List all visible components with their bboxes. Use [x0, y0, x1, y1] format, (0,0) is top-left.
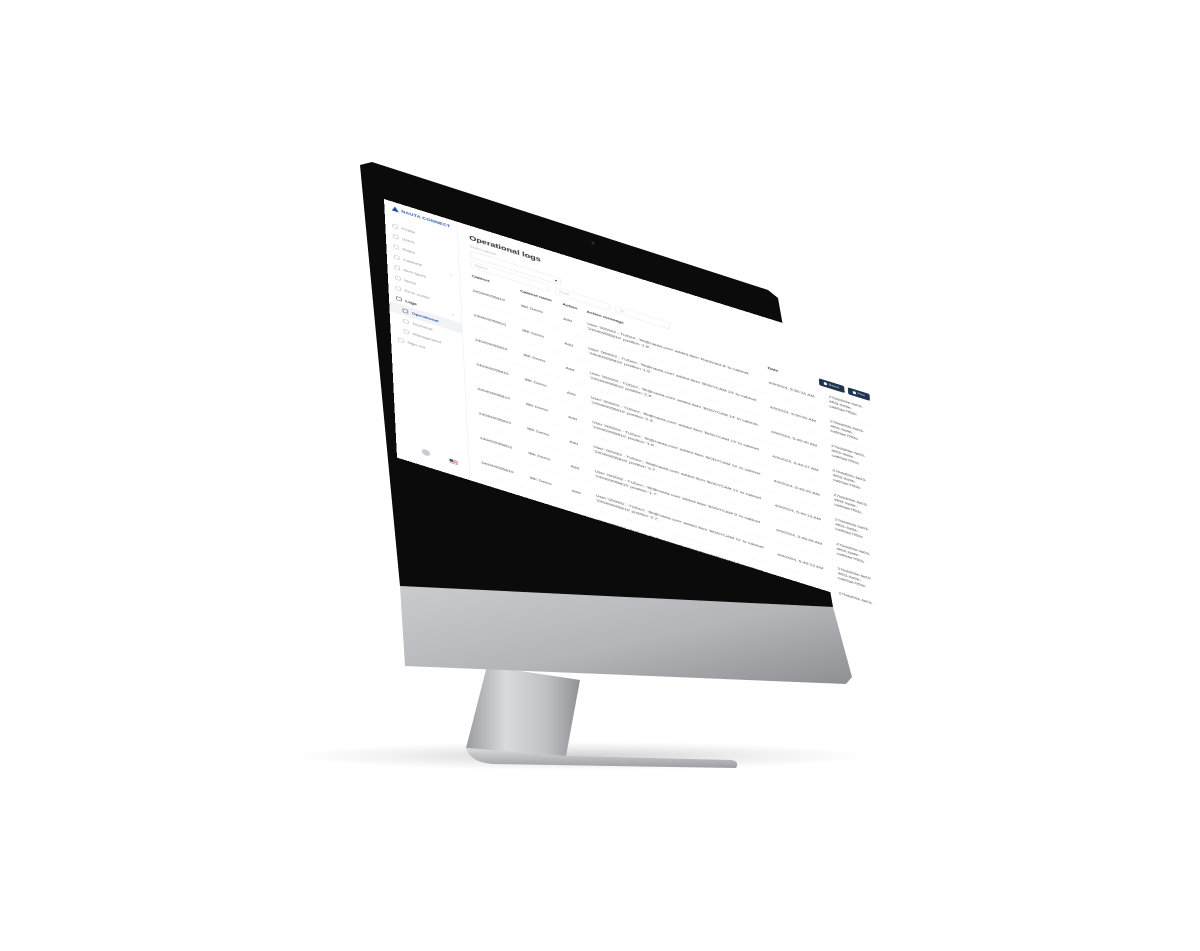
shield-icon — [393, 244, 400, 250]
sidebar: NAUTA CONNECT Profile Users Roles Cabine… — [384, 199, 471, 481]
tag-icon — [394, 264, 401, 271]
us-flag-icon[interactable] — [449, 458, 459, 466]
wrench-icon — [403, 318, 409, 324]
chart-icon — [403, 328, 410, 335]
date-to-placeholder: To — [619, 309, 625, 314]
box-icon — [394, 275, 401, 281]
date-from-placeholder: From — [559, 290, 570, 297]
chevron-up-icon: ⌃ — [451, 312, 456, 319]
list-icon — [402, 308, 409, 314]
sidebar-nav: Profile Users Roles Cabinets ⌄ Item types… — [385, 218, 464, 365]
signout-icon — [398, 337, 404, 343]
chevron-down-icon: ⌄ — [449, 271, 454, 277]
logs-icon — [396, 295, 402, 302]
sidebar-item-label: Items — [404, 277, 417, 286]
sidebar-item-label: Logs — [405, 298, 417, 307]
avatar-icon[interactable] — [421, 448, 431, 457]
cabinet-icon — [393, 254, 400, 261]
stand-neck — [466, 666, 580, 756]
camera-icon — [591, 241, 595, 245]
nauta-logo-icon — [391, 205, 399, 213]
sidebar-item-label: Sign out — [407, 340, 426, 350]
alert-icon — [395, 285, 402, 292]
sidebar-item-label: Roles — [402, 246, 416, 255]
chevron-down-icon: ▾ — [554, 278, 558, 283]
users-icon — [392, 233, 399, 240]
search-placeholder: Search — [474, 264, 489, 272]
user-icon — [392, 223, 399, 230]
